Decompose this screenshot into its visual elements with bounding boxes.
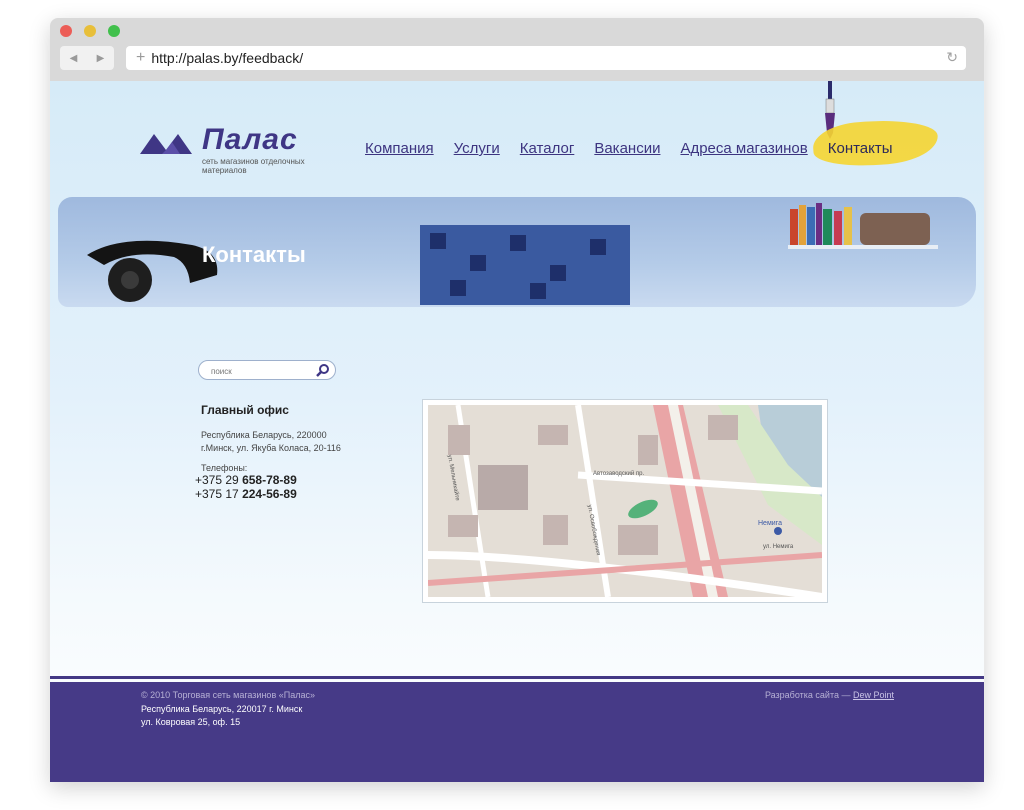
url-text[interactable]: http://palas.by/feedback/ [151,50,303,66]
reload-icon[interactable]: ↻ [946,49,958,66]
map-metro-label: Немига [758,520,782,527]
logo-mark-icon [140,134,192,154]
nav-item-contacts[interactable]: Контакты [828,140,893,157]
location-map[interactable]: ул. Мельникайте Автозаводский пр. ул. Ос… [422,399,828,603]
nav-item-catalog[interactable]: Каталог [520,140,575,157]
close-window-button[interactable] [60,25,72,37]
nav-item-vacancies[interactable]: Вакансии [594,140,660,157]
footer-divider [50,676,984,679]
nav-item-services[interactable]: Услуги [454,140,500,157]
main-navigation: Компания Услуги Каталог Вакансии Адреса … [365,140,893,157]
logo-text: Палас [202,123,298,156]
telephone-image [87,240,218,302]
phone-code: +375 29 [195,473,239,487]
browser-toolbar: ◀ ▶ + http://palas.by/feedback/ ↻ [50,18,984,81]
search-input[interactable] [209,366,313,377]
phone-number: +375 29 658-78-89 [195,473,341,487]
history-buttons: ◀ ▶ [60,46,114,70]
logo-tagline: сеть магазинов отделочных материалов [202,157,305,175]
nav-item-company[interactable]: Компания [365,140,434,157]
minimize-window-button[interactable] [84,25,96,37]
search-icon[interactable] [316,363,330,377]
search-box [198,360,336,380]
address-bar[interactable]: + http://palas.by/feedback/ ↻ [126,46,966,70]
phone-digits: 224-56-89 [242,487,297,501]
footer-developer-credit: Разработка сайта — Dew Point [765,690,894,700]
phones-label: Телефоны: [201,463,248,473]
bookshelf-image [788,203,938,249]
footer-copyright: © 2010 Торговая сеть магазинов «Палас» [141,690,315,700]
office-address-line1: Республика Беларусь, 220000 [201,430,327,440]
developer-link[interactable]: Dew Point [853,690,894,700]
phone-code: +375 17 [195,487,239,501]
page-title: Контакты [202,242,306,267]
footer-address-line2: ул. Ковровая 25, оф. 15 [141,717,241,727]
developer-credit-text: Разработка сайта — [764,690,853,700]
carpet-image [420,225,630,305]
page-footer: © 2010 Торговая сеть магазинов «Палас» Р… [50,682,984,782]
back-arrow-icon[interactable]: ◀ [70,53,78,64]
map-street-label: Автозаводский пр. [593,470,645,477]
web-page: Палас сеть магазинов отделочных материал… [50,81,984,782]
office-title: Главный офис [201,403,289,417]
footer-address-line1: Республика Беларусь, 220017 г. Минск [141,704,303,714]
phone-digits: 658-78-89 [242,473,297,487]
main-office-info: Главный офис Республика Беларусь, 220000… [195,403,341,501]
plus-icon[interactable]: + [136,50,145,66]
forward-arrow-icon[interactable]: ▶ [97,53,105,64]
browser-window: ◀ ▶ + http://palas.by/feedback/ ↻ Палас … [50,18,984,782]
maximize-window-button[interactable] [108,25,120,37]
office-address-line2: г.Минск, ул. Якуба Коласа, 20-116 [201,443,341,453]
page-banner: Контакты [58,197,976,307]
nav-item-store-addresses[interactable]: Адреса магазинов [680,140,807,157]
phone-number: +375 17 224-56-89 [195,487,341,501]
map-street-label: ул. Немига [763,544,794,550]
